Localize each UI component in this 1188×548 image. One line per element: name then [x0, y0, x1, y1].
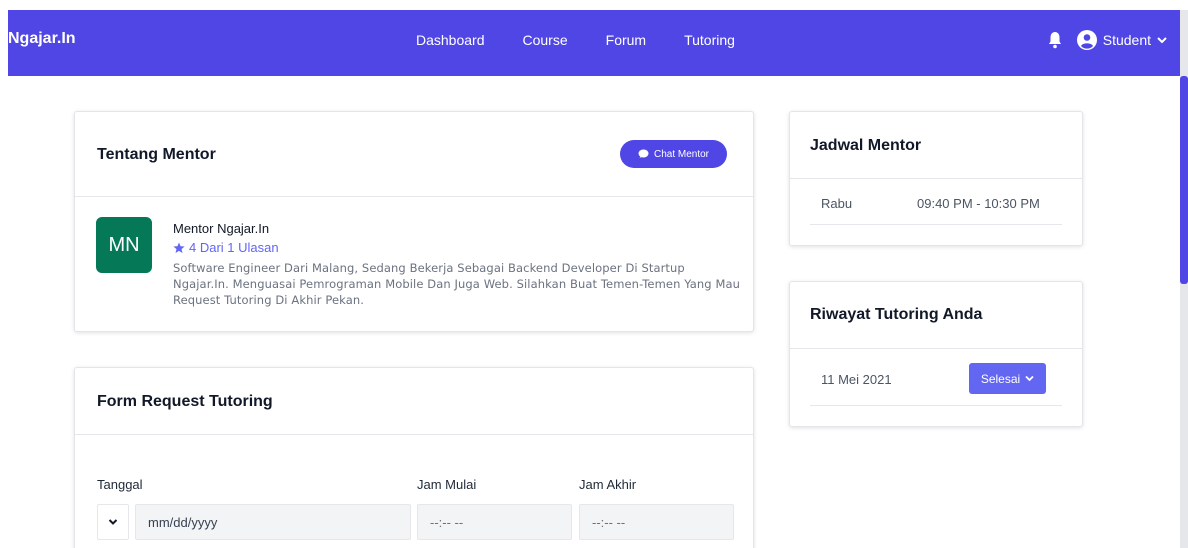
end-time-label: Jam Akhir — [579, 477, 637, 492]
start-time-input[interactable]: --:-- -- — [417, 504, 572, 540]
row-divider — [810, 405, 1062, 406]
status-label: Selesai — [980, 371, 1021, 386]
card-header: Jadwal Mentor — [790, 112, 1082, 179]
card-title: Riwayat Tutoring Anda — [810, 306, 983, 323]
schedule-time: 09:40 PM - 10:30 PM — [917, 196, 1040, 211]
date-label: Tanggal — [97, 477, 143, 492]
nav-link-forum[interactable]: Forum — [606, 32, 646, 48]
card-title: Jadwal Mentor — [810, 137, 922, 154]
card-header: Form Request Tutoring — [75, 368, 753, 435]
navbar: Ngajar.In Dashboard Course Forum Tutorin… — [8, 10, 1180, 76]
end-time-input[interactable]: --:-- -- — [579, 504, 734, 540]
top-strip — [0, 0, 1188, 10]
bell-icon[interactable] — [1047, 31, 1063, 49]
nav-link-course[interactable]: Course — [523, 32, 568, 48]
request-tutoring-form: Form Request Tutoring Tanggal Jam Mulai … — [74, 367, 754, 548]
card-title: Form Request Tutoring — [97, 393, 273, 410]
user-menu-label[interactable]: Student — [1103, 32, 1151, 48]
mentor-name: Mentor Ngajar.In — [173, 221, 270, 236]
card-header: Riwayat Tutoring Anda — [790, 282, 1082, 349]
chat-mentor-label: Chat Mentor — [653, 148, 710, 160]
chevron-down-icon[interactable] — [1156, 34, 1168, 46]
row-divider — [810, 224, 1062, 225]
status-dropdown-button[interactable]: Selesai — [969, 363, 1046, 394]
mentor-rating[interactable]: 4 Dari 1 Ulasan — [173, 240, 279, 255]
chat-bubble-icon — [638, 149, 649, 158]
nav-links: Dashboard Course Forum Tutoring — [416, 32, 773, 48]
chevron-down-icon — [1025, 375, 1034, 382]
history-date: 11 Mei 2021 — [821, 372, 892, 387]
brand-logo[interactable]: Ngajar.In — [8, 30, 76, 48]
mentor-schedule-card: Jadwal Mentor Rabu 09:40 PM - 10:30 PM — [789, 111, 1083, 246]
schedule-day: Rabu — [821, 196, 853, 211]
card-title: Tentang Mentor — [97, 146, 216, 163]
nav-link-tutoring[interactable]: Tutoring — [684, 32, 735, 48]
date-dropdown[interactable] — [97, 504, 129, 540]
mentor-avatar: MN — [96, 217, 152, 273]
card-header: Tentang Mentor Chat Mentor — [75, 112, 753, 197]
mentor-about-card: Tentang Mentor Chat Mentor MN Mentor Nga… — [74, 111, 754, 332]
nav-link-dashboard[interactable]: Dashboard — [416, 32, 485, 48]
start-time-label: Jam Mulai — [417, 477, 477, 492]
rating-text: 4 Dari 1 Ulasan — [189, 240, 279, 255]
chat-mentor-button[interactable]: Chat Mentor — [620, 140, 727, 168]
date-input[interactable]: mm/dd/yyyy — [135, 504, 411, 540]
scrollbar-thumb[interactable] — [1180, 76, 1188, 284]
tutoring-history-card: Riwayat Tutoring Anda 11 Mei 2021 Selesa… — [789, 281, 1083, 427]
mentor-bio: Software Engineer Dari Malang, Sedang Be… — [173, 261, 741, 307]
nav-right: Student — [1047, 30, 1168, 50]
chevron-down-icon — [108, 519, 118, 525]
star-icon — [173, 242, 185, 253]
user-circle-icon[interactable] — [1076, 30, 1097, 50]
